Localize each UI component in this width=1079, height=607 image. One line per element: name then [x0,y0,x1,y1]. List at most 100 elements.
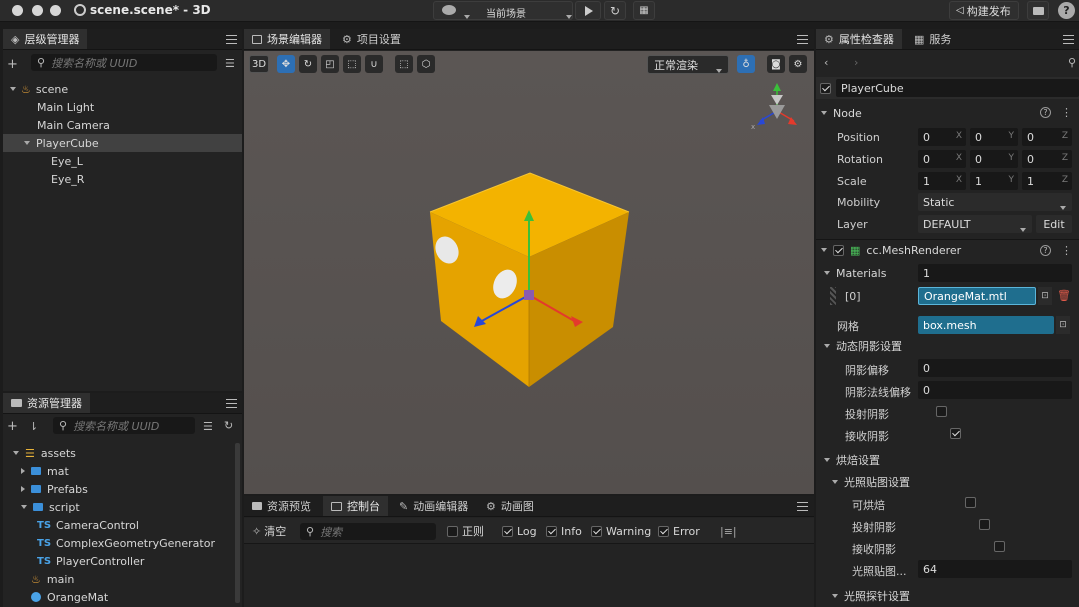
asset-item-complexgeometry[interactable]: TS ComplexGeometryGenerator [37,534,215,552]
tab-project-settings[interactable]: ⚙ 项目设置 [334,29,409,49]
tab-animation-graph[interactable]: ⚙ 动画图 [478,496,542,516]
tab-assets[interactable]: 资源管理器 [3,393,90,413]
layer-select[interactable]: DEFAULT [918,215,1032,233]
lightmap-size-input[interactable]: 64 [918,560,1072,578]
tree-item-main-camera[interactable]: Main Camera [37,116,110,134]
dynamic-shadow-section[interactable]: 动态阴影设置 [824,337,902,355]
maximize-window-button[interactable] [50,5,61,16]
close-window-button[interactable] [12,5,23,16]
tab-services[interactable]: ▦ 服务 [906,29,959,49]
filter-error[interactable]: Error [658,522,700,540]
filter-checkbox[interactable] [591,525,602,537]
rect-tool-button[interactable]: ⬚ [343,55,361,73]
play-button[interactable] [575,1,601,20]
lightmap-cast-shadow-checkbox[interactable] [979,519,990,530]
asset-item-mat[interactable]: mat [21,462,69,480]
refresh-icon[interactable]: ↻ [224,419,233,432]
qrcode-button[interactable]: ▦ [633,1,655,20]
menu-icon[interactable] [797,35,808,44]
console-search-input[interactable]: ⚲ 搜索 [300,523,436,540]
scale-y-input[interactable]: 1Y [970,172,1018,190]
tab-asset-preview[interactable]: 资源预览 [244,496,319,516]
local-global-button[interactable]: ⬚ [395,55,413,73]
tree-item-eye-r[interactable]: Eye_R [51,170,84,188]
shadow-normal-bias-input[interactable]: 0 [918,381,1072,399]
rotation-x-input[interactable]: 0X [918,150,966,168]
component-enabled-checkbox[interactable] [833,244,844,256]
more-icon[interactable]: ⋮ [1061,106,1072,119]
rotation-y-input[interactable]: 0Y [970,150,1018,168]
filter-checkbox[interactable] [546,525,557,537]
scale-tool-button[interactable]: ◰ [321,55,339,73]
asset-item-playercontroller[interactable]: TS PlayerController [37,552,144,570]
rotate-tool-button[interactable]: ↻ [299,55,317,73]
position-x-input[interactable]: 0X [918,128,966,146]
scrollbar[interactable] [235,443,240,603]
tab-hierarchy[interactable]: ◈ 层级管理器 [3,29,88,49]
toggle-3d-button[interactable]: 3D [249,55,269,73]
tab-console[interactable]: 控制台 [323,496,388,516]
render-mode-select[interactable]: 正常渲染 [647,55,729,74]
light-probe-section[interactable]: 光照探针设置 [832,587,910,605]
materials-row[interactable]: Materials [824,264,886,282]
mesh-renderer-header[interactable]: ▦ cc.MeshRenderer [821,241,961,259]
node-section-header[interactable]: Node [821,104,862,122]
asset-item-main[interactable]: ♨ main [31,570,74,588]
sort-asc-icon[interactable]: ⇂ [29,420,38,433]
filter-log[interactable]: Log [502,522,537,540]
cast-shadow-checkbox[interactable] [935,406,947,417]
filter-checkbox[interactable] [658,525,669,537]
scale-x-input[interactable]: 1X [918,172,966,190]
delete-icon[interactable]: 🗑 [1057,289,1071,302]
forward-button[interactable]: › [854,56,858,69]
position-z-input[interactable]: 0Z [1022,128,1072,146]
node-active-checkbox[interactable] [820,83,831,94]
receive-shadow-checkbox[interactable] [950,428,961,439]
asset-item-cameracontrol[interactable]: TS CameraControl [37,516,139,534]
orientation-gizmo[interactable]: x [749,81,805,137]
sort-icon[interactable]: ☰ [225,57,235,70]
clear-console-button[interactable]: ✧ 清空 [252,522,286,540]
hierarchy-search-input[interactable]: ⚲ 搜索名称或 UUID [31,54,217,71]
tab-inspector[interactable]: ⚙ 属性检查器 [816,29,902,49]
snap-tool-button[interactable]: ∪ [365,55,383,73]
menu-icon[interactable] [797,502,808,511]
tab-animation-editor[interactable]: ✎ 动画编辑器 [391,496,476,516]
tab-scene-editor[interactable]: 场景编辑器 [244,29,330,49]
filter-warning[interactable]: Warning [591,522,651,540]
assets-search-input[interactable]: ⚲ 搜索名称或 UUID [53,417,195,434]
position-y-input[interactable]: 0Y [970,128,1018,146]
refresh-button[interactable]: ↻ [604,1,626,20]
menu-icon[interactable] [226,35,237,44]
lock-icon[interactable]: ⊡ [1038,287,1052,305]
light-toggle-button[interactable]: ♁ [737,55,755,73]
menu-icon[interactable] [1063,35,1074,44]
filter-checkbox[interactable] [447,525,458,537]
filter-info[interactable]: Info [546,522,582,540]
asset-item-orangemat[interactable]: OrangeMat [31,588,108,606]
add-node-button[interactable]: + [7,57,18,72]
more-icon[interactable]: ⋮ [1061,244,1072,257]
collapse-icon[interactable]: |≡| [720,525,737,538]
pin-icon[interactable]: ⚲ [1068,56,1076,69]
help-icon[interactable]: ? [1040,107,1051,118]
node-name-input[interactable]: PlayerCube [836,79,1079,97]
asset-item-script[interactable]: script [21,498,80,516]
scale-z-input[interactable]: 1Z [1022,172,1072,190]
menu-icon[interactable] [226,399,237,408]
tree-item-scene[interactable]: ♨ scene [3,80,242,98]
mobility-select[interactable]: Static [918,193,1072,211]
shadow-bias-input[interactable]: 0 [918,359,1072,377]
add-asset-button[interactable]: + [7,419,18,434]
mesh-asset-field[interactable]: box.mesh [918,316,1054,334]
scene-select[interactable]: 当前场景 [433,1,573,20]
asset-item-assets[interactable]: ☰ assets [13,444,76,462]
drag-handle[interactable] [830,287,836,305]
material-asset-field[interactable]: OrangeMat.mtl [918,287,1036,305]
tree-item-playercube[interactable]: PlayerCube [3,134,242,152]
folder-button[interactable] [1027,1,1049,20]
lightmap-receive-shadow-checkbox[interactable] [993,541,1005,552]
layer-edit-button[interactable]: Edit [1036,215,1072,233]
pivot-button[interactable]: ⬡ [417,55,435,73]
lightmap-settings-section[interactable]: 光照贴图设置 [832,473,910,491]
